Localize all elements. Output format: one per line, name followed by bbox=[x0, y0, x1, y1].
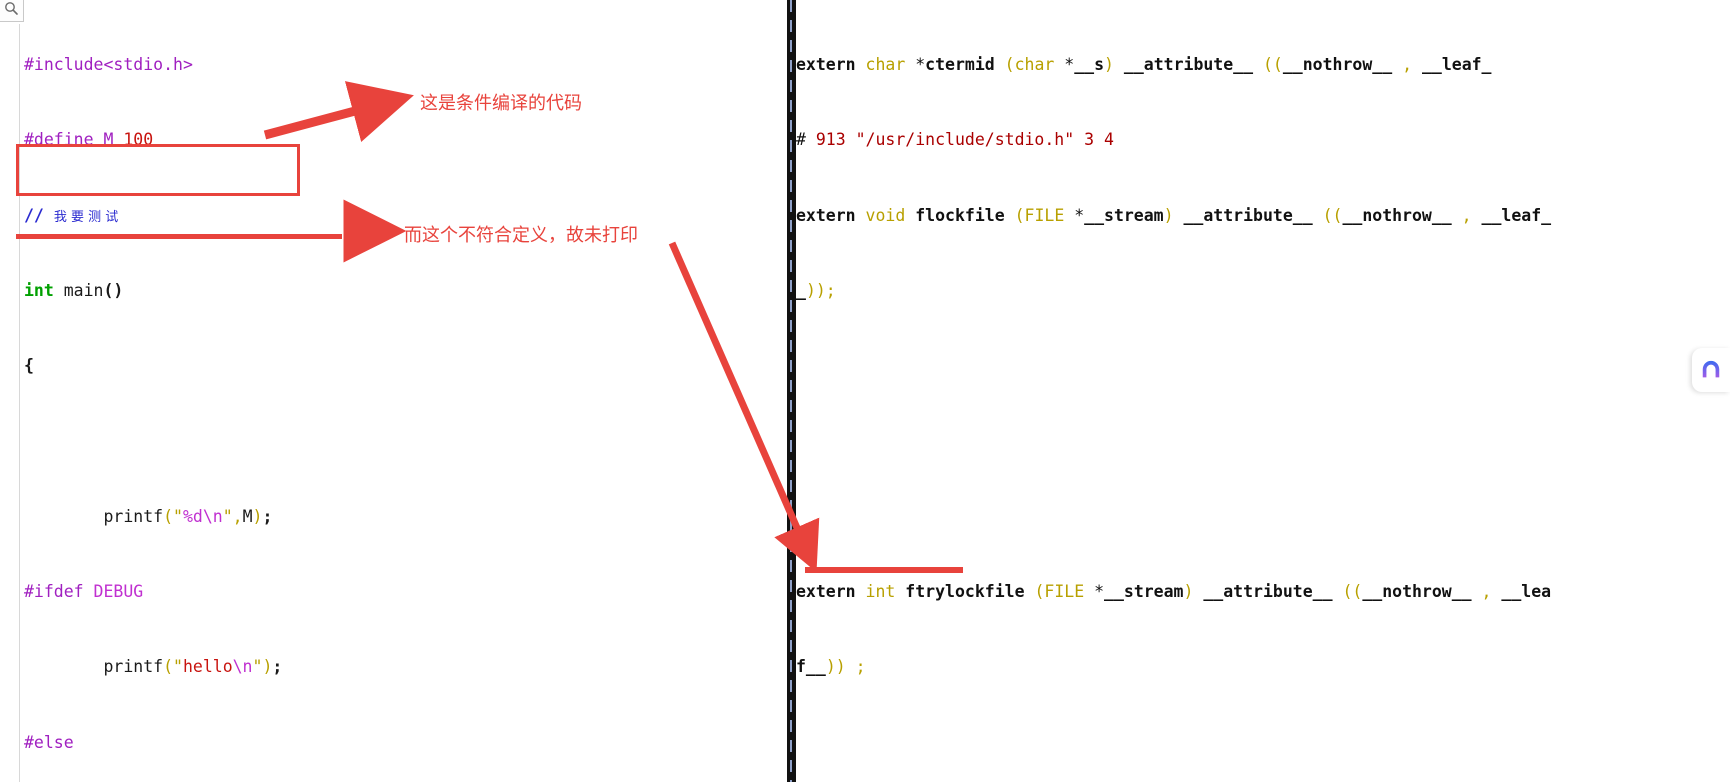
code-line-5: { bbox=[24, 356, 34, 376]
annotation-note-2: 而这个不符合定义，故未打印 bbox=[404, 225, 638, 246]
out-line-1: extern char *ctermid (char *__s) __attri… bbox=[796, 55, 1492, 75]
out-line-8: extern int ftrylockfile (FILE *__stream)… bbox=[796, 582, 1552, 602]
annotation-note-1: 这是条件编译的代码 bbox=[420, 93, 582, 114]
out-line-4: _)); bbox=[796, 281, 836, 301]
out-line-2: # 913 "/usr/include/stdio.h" 3 4 bbox=[796, 130, 1114, 150]
out-line-7 bbox=[796, 504, 1551, 529]
code-line-8: #ifdef DEBUG bbox=[24, 582, 144, 602]
preprocessed-code-block[interactable]: extern char *ctermid (char *__s) __attri… bbox=[796, 2, 1551, 782]
out-line-3: extern void flockfile (FILE *__stream) _… bbox=[796, 205, 1552, 225]
out-line-9: f__)) ; bbox=[796, 657, 866, 677]
annotation-box-ifdef bbox=[16, 144, 300, 196]
code-line-1: #include<stdio.h> bbox=[24, 55, 193, 75]
out-line-6 bbox=[796, 429, 1551, 454]
out-line-10 bbox=[796, 730, 1551, 755]
code-line-4: int main() bbox=[24, 281, 124, 301]
out-line-5 bbox=[796, 353, 1551, 378]
code-line-9: printf("hello\n"); bbox=[24, 657, 283, 677]
source-editor-pane[interactable]: #include<stdio.h> #define M 100 // 我 要 测… bbox=[0, 0, 786, 782]
preprocessed-output-pane[interactable]: extern char *ctermid (char *__s) __attri… bbox=[786, 0, 1730, 782]
code-line-10: #else bbox=[24, 732, 74, 752]
code-line-7: printf("%d\n",M); bbox=[24, 506, 273, 526]
screenshot-root: #include<stdio.h> #define M 100 // 我 要 测… bbox=[0, 0, 1730, 782]
pane-divider-dashes bbox=[790, 0, 792, 782]
search-icon[interactable] bbox=[0, 0, 24, 22]
assistant-icon[interactable] bbox=[1692, 348, 1730, 392]
annotation-underline-else-branch bbox=[16, 234, 342, 239]
code-line-3: // 我 要 测 试 bbox=[24, 205, 119, 225]
source-code-block[interactable]: #include<stdio.h> #define M 100 // 我 要 测… bbox=[24, 2, 342, 782]
editor-gutter-line bbox=[19, 24, 20, 782]
